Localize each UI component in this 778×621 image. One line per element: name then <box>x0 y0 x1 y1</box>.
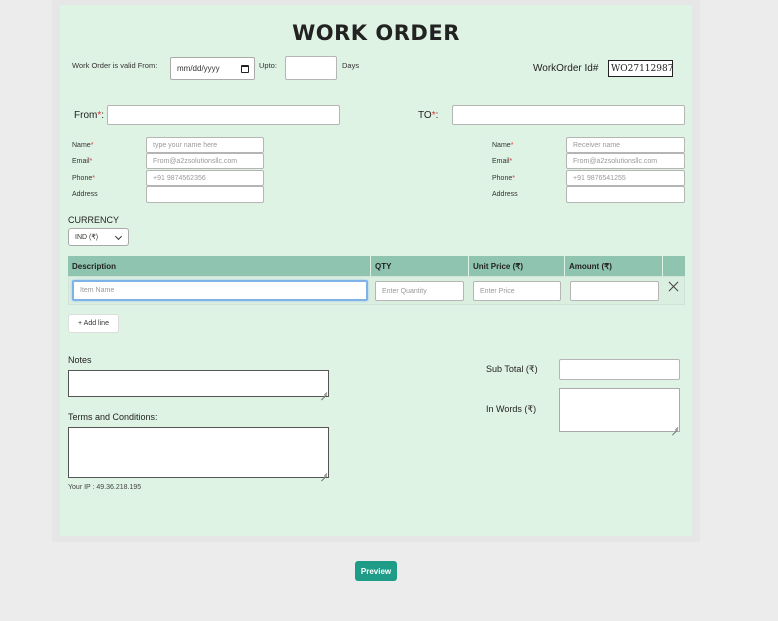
from-phone-label: Phone* <box>72 175 95 182</box>
to-phone-label: Phone* <box>492 175 515 182</box>
valid-from-date-input[interactable]: mm/dd/yyyy <box>170 57 255 80</box>
resize-grip-icon[interactable] <box>321 389 327 395</box>
calendar-icon[interactable] <box>241 64 249 73</box>
workorder-id-field[interactable]: WO271129879 <box>608 60 673 77</box>
work-order-panel: WORK ORDER Work Order is valid From: mm/… <box>60 5 692 536</box>
unit-price-input[interactable]: Enter Price <box>473 281 561 301</box>
from-phone-input[interactable]: +91 9874562356 <box>146 170 264 186</box>
workorder-id-label: WorkOrder Id# <box>533 63 599 74</box>
terms-textarea[interactable] <box>68 427 329 478</box>
notes-textarea[interactable] <box>68 370 329 397</box>
item-name-input[interactable]: Item Name <box>72 280 368 301</box>
sub-total-input[interactable] <box>559 359 680 380</box>
from-input[interactable] <box>107 105 340 125</box>
resize-grip-icon[interactable] <box>321 470 327 476</box>
add-line-button[interactable]: + Add line <box>68 314 119 333</box>
in-words-textarea[interactable] <box>559 388 680 432</box>
to-address-input[interactable] <box>566 186 685 203</box>
to-name-input[interactable]: Receiver name <box>566 137 685 153</box>
currency-select[interactable]: IND (₹) <box>68 228 129 246</box>
to-address-label: Address <box>492 191 518 198</box>
date-placeholder: mm/dd/yyyy <box>177 64 220 73</box>
column-header-amount: Amount (₹) <box>565 256 663 276</box>
to-email-label: Email* <box>492 158 513 165</box>
from-address-label: Address <box>72 191 98 198</box>
to-phone-input[interactable]: +91 9876541255 <box>566 170 685 186</box>
days-label: Days <box>342 61 360 70</box>
valid-from-label: Work Order is valid From: <box>72 61 158 70</box>
column-header-actions <box>663 256 685 276</box>
upto-label: Upto: <box>259 61 277 70</box>
ip-text: Your IP : 49.36.218.195 <box>68 484 142 491</box>
to-email-input[interactable]: From@a2zsolutionsllc.com <box>566 153 685 169</box>
to-input[interactable] <box>452 105 685 125</box>
close-icon[interactable] <box>666 280 680 294</box>
from-address-input[interactable] <box>146 186 264 203</box>
amount-input[interactable] <box>570 281 659 301</box>
upto-days-input[interactable] <box>285 56 337 80</box>
currency-selected-value: IND (₹) <box>75 234 99 241</box>
column-header-unit-price: Unit Price (₹) <box>469 256 565 276</box>
in-words-label: In Words (₹) <box>486 404 537 414</box>
quantity-input[interactable]: Enter Quantity <box>375 281 464 301</box>
from-name-input[interactable]: type your name here <box>146 137 264 153</box>
from-name-label: Name* <box>72 142 94 149</box>
page-title: WORK ORDER <box>292 21 460 45</box>
currency-label: CURRENCY <box>68 215 120 225</box>
to-name-label: Name* <box>492 142 514 149</box>
from-label: From*: <box>74 110 105 121</box>
chevron-down-icon <box>114 232 123 241</box>
to-label: TO*: <box>418 110 439 121</box>
preview-button[interactable]: Preview <box>355 561 397 581</box>
from-email-label: Email* <box>72 158 93 165</box>
notes-label: Notes <box>68 355 92 365</box>
column-header-qty: QTY <box>371 256 469 276</box>
terms-label: Terms and Conditions: <box>68 412 158 422</box>
sub-total-label: Sub Total (₹) <box>486 364 538 374</box>
from-email-input[interactable]: From@a2zsolutionsllc.com <box>146 153 264 169</box>
resize-grip-icon[interactable] <box>672 424 678 430</box>
column-header-description: Description <box>68 256 371 276</box>
